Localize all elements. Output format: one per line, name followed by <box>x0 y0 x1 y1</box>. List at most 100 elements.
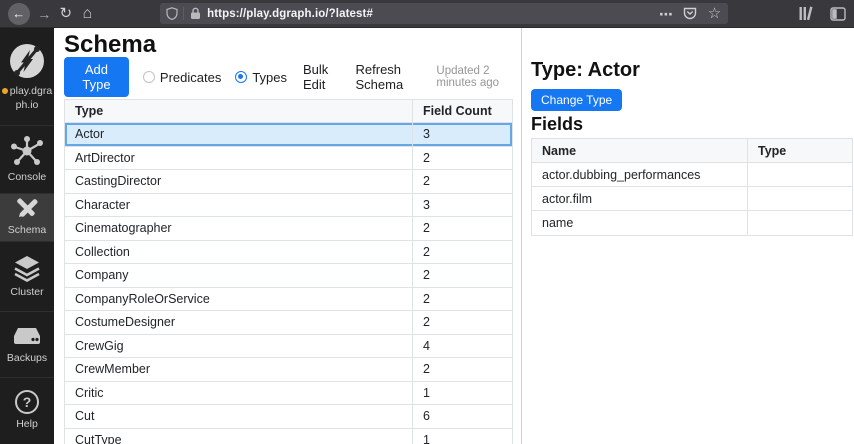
sidebar-item-schema[interactable]: Schema <box>0 193 54 241</box>
field-count-cell: 2 <box>412 311 512 334</box>
add-type-button[interactable]: Add Type <box>64 57 129 97</box>
field-type-cell <box>747 187 852 210</box>
field-count-cell: 2 <box>412 358 512 381</box>
type-name-cell: Critic <box>65 382 412 405</box>
sidebar-item-label: Console <box>1 171 53 184</box>
field-count-cell: 1 <box>412 382 512 405</box>
type-name-cell: Cut <box>65 405 412 428</box>
types-radio[interactable] <box>235 71 247 83</box>
schema-tools-icon <box>16 198 38 220</box>
console-graph-icon <box>10 135 44 167</box>
pocket-icon[interactable] <box>683 7 697 20</box>
bulk-edit-button[interactable]: Bulk Edit <box>303 62 340 92</box>
type-detail-panel: Type: Actor Change Type Fields Name Type… <box>521 28 854 444</box>
field-name-cell: actor.film <box>532 187 747 210</box>
reload-button[interactable]: ↻ <box>55 3 77 25</box>
field-count-cell: 4 <box>412 335 512 358</box>
browser-chrome: ← → ↻ ⌂ https://play.dgraph.io/?latest# … <box>0 0 854 28</box>
table-row[interactable]: Cut6 <box>65 405 512 429</box>
table-row[interactable]: Cinematographer2 <box>65 217 512 241</box>
table-row[interactable]: CastingDirector2 <box>65 170 512 194</box>
field-count-cell: 2 <box>412 241 512 264</box>
field-row[interactable]: name <box>532 211 852 235</box>
library-icon[interactable] <box>798 6 814 21</box>
field-count-cell: 6 <box>412 405 512 428</box>
sidebar-item-label: Cluster <box>1 286 53 299</box>
field-count-cell: 2 <box>412 147 512 170</box>
table-row[interactable]: Company2 <box>65 264 512 288</box>
type-table-body: Actor3ArtDirector2CastingDirector2Charac… <box>65 123 512 444</box>
refresh-schema-button[interactable]: Refresh Schema <box>356 62 425 92</box>
field-type-cell <box>747 211 852 235</box>
app-sidebar: play.dgraph.io Console <box>0 28 54 444</box>
connection-status-dot <box>2 88 8 94</box>
fields-table-body: actor.dubbing_performancesactor.filmname <box>532 163 852 235</box>
table-row[interactable]: Collection2 <box>65 241 512 265</box>
type-name-cell: CutType <box>65 429 412 444</box>
fields-table: Name Type actor.dubbing_performancesacto… <box>531 138 853 236</box>
field-row[interactable]: actor.dubbing_performances <box>532 163 852 187</box>
table-row[interactable]: CrewMember2 <box>65 358 512 382</box>
sidebar-item-label: Backups <box>1 352 53 365</box>
table-row[interactable]: CrewGig4 <box>65 335 512 359</box>
predicates-radio[interactable] <box>143 71 155 83</box>
table-row[interactable]: Character3 <box>65 194 512 218</box>
type-name-cell: Actor <box>65 123 412 146</box>
field-count-cell: 3 <box>412 194 512 217</box>
sidebar-toggle-icon[interactable] <box>830 7 846 21</box>
table-row[interactable]: ArtDirector2 <box>65 147 512 171</box>
back-button[interactable]: ← <box>8 3 30 25</box>
column-header-type: Type <box>65 100 412 122</box>
table-row[interactable]: Actor3 <box>65 123 512 147</box>
sidebar-logo-item[interactable]: play.dgraph.io <box>0 28 54 125</box>
cluster-layers-icon <box>13 254 41 282</box>
url-text: https://play.dgraph.io/?latest# <box>207 8 651 20</box>
predicates-label[interactable]: Predicates <box>160 70 221 85</box>
type-name-cell: Cinematographer <box>65 217 412 240</box>
type-name-cell: Character <box>65 194 412 217</box>
sidebar-item-backups[interactable]: Backups <box>0 311 54 377</box>
tracking-shield-icon[interactable] <box>166 7 178 20</box>
backups-drive-icon <box>12 324 42 348</box>
field-count-cell: 3 <box>412 123 512 146</box>
field-count-cell: 2 <box>412 264 512 287</box>
urlbar-divider <box>183 7 184 20</box>
types-label[interactable]: Types <box>252 70 287 85</box>
type-name-cell: CastingDirector <box>65 170 412 193</box>
sidebar-item-console[interactable]: Console <box>0 125 54 193</box>
field-name-cell: actor.dubbing_performances <box>532 163 747 186</box>
type-name-cell: CostumeDesigner <box>65 311 412 334</box>
type-name-cell: CrewGig <box>65 335 412 358</box>
table-row[interactable]: Critic1 <box>65 382 512 406</box>
table-row[interactable]: CostumeDesigner2 <box>65 311 512 335</box>
field-row[interactable]: actor.film <box>532 187 852 211</box>
page-actions-icon[interactable]: ⋯ <box>659 3 673 25</box>
predicates-radio-group[interactable]: Predicates <box>143 70 221 85</box>
type-name-cell: Company <box>65 264 412 287</box>
column-header-name: Name <box>532 139 747 162</box>
field-count-cell: 2 <box>412 217 512 240</box>
field-type-cell <box>747 163 852 186</box>
type-name-cell: CrewMember <box>65 358 412 381</box>
type-name-cell: ArtDirector <box>65 147 412 170</box>
type-table-header: Type Field Count <box>65 100 512 123</box>
schema-toolbar: Add Type Predicates Types Bulk Edit Refr… <box>64 64 521 90</box>
types-radio-group[interactable]: Types <box>235 70 287 85</box>
sidebar-item-help[interactable]: ? Help <box>0 377 54 444</box>
change-type-button[interactable]: Change Type <box>531 89 622 111</box>
type-name-cell: Collection <box>65 241 412 264</box>
sidebar-item-cluster[interactable]: Cluster <box>0 241 54 311</box>
detail-title: Type: Actor <box>531 59 854 81</box>
url-bar[interactable]: https://play.dgraph.io/?latest# ⋯ ☆ <box>160 3 728 24</box>
table-row[interactable]: CompanyRoleOrService2 <box>65 288 512 312</box>
sidebar-endpoint-label: play.dgraph.io <box>1 85 53 111</box>
dgraph-logo <box>7 41 47 81</box>
table-row[interactable]: CutType1 <box>65 429 512 444</box>
lock-icon[interactable] <box>190 7 201 20</box>
home-button[interactable]: ⌂ <box>77 3 99 25</box>
sidebar-item-label: Schema <box>1 224 53 237</box>
type-table: Type Field Count Actor3ArtDirector2Casti… <box>64 99 513 444</box>
forward-button[interactable]: → <box>34 3 56 25</box>
column-header-field-type: Type <box>747 139 852 162</box>
bookmark-star-icon[interactable]: ☆ <box>707 3 722 25</box>
